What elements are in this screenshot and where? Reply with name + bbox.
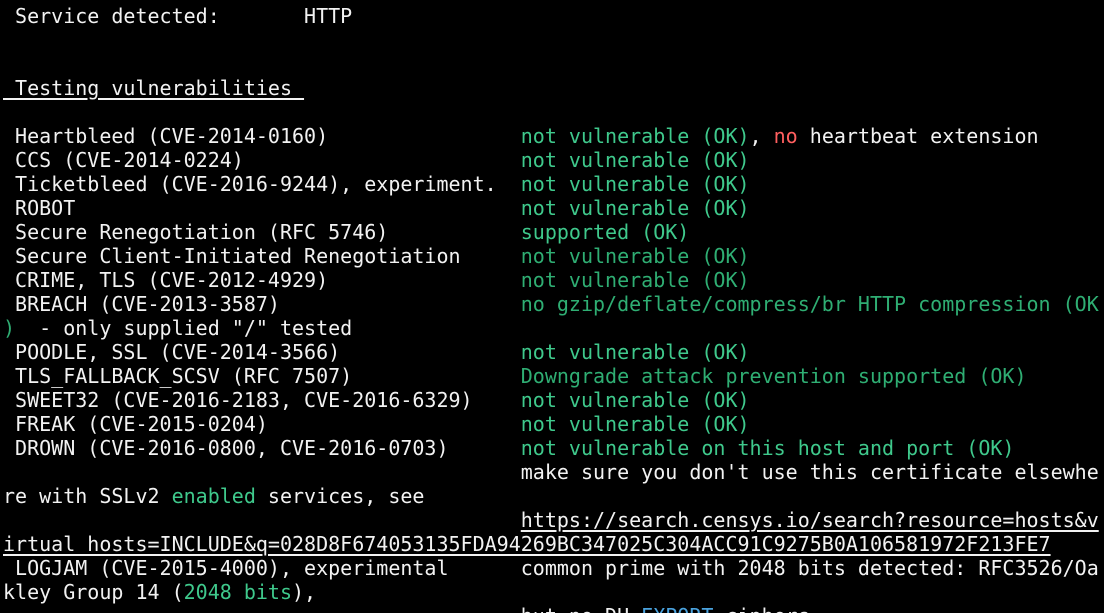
terminal-text-segment: ) xyxy=(3,316,16,340)
terminal-line: make sure you don't use this certificate… xyxy=(3,460,1099,484)
terminal-line: Secure Client-Initiated Renegotiation no… xyxy=(3,244,750,268)
terminal-line: ROBOT not vulnerable (OK) xyxy=(3,196,750,220)
terminal-text-segment: not vulnerable (OK) xyxy=(520,172,750,196)
terminal-text-segment: DROWN (CVE-2016-0800, CVE-2016-0703) xyxy=(3,436,521,460)
terminal-text-segment: services, see xyxy=(255,484,425,508)
terminal-text-segment: , xyxy=(749,124,774,148)
terminal-line: irtual_hosts=INCLUDE&q=028D8F674053135FD… xyxy=(3,532,1051,556)
terminal-text-segment: make sure you don't use this certificate… xyxy=(3,460,1099,484)
terminal-text-segment: not vulnerable (OK) xyxy=(520,340,750,364)
terminal-line: SWEET32 (CVE-2016-2183, CVE-2016-6329) n… xyxy=(3,388,750,412)
terminal-line: BREACH (CVE-2013-3587) no gzip/deflate/c… xyxy=(3,292,1099,316)
terminal-text-segment: not vulnerable (OK) xyxy=(520,412,750,436)
terminal-line: POODLE, SSL (CVE-2014-3566) not vulnerab… xyxy=(3,340,750,364)
terminal-line: Testing vulnerabilities xyxy=(3,76,304,100)
terminal-line: Service detected: HTTP xyxy=(3,4,352,28)
terminal-text-segment: heartbeat extension xyxy=(797,124,1039,148)
terminal-line: https://search.censys.io/search?resource… xyxy=(3,508,1099,532)
terminal-text-segment: LOGJAM (CVE-2015-4000), experimental xyxy=(3,556,521,580)
terminal-text-segment: re with SSLv2 xyxy=(3,484,172,508)
terminal-text-segment: Secure Client-Initiated Renegotiation xyxy=(3,244,521,268)
terminal-text-segment: SWEET32 (CVE-2016-2183, CVE-2016-6329) xyxy=(3,388,521,412)
terminal-text-segment: FREAK (CVE-2015-0204) xyxy=(3,412,521,436)
terminal-line: TLS_FALLBACK_SCSV (RFC 7507) Downgrade a… xyxy=(3,364,1027,388)
terminal-text-segment: supported (OK) xyxy=(520,220,690,244)
terminal-text-segment: Testing vulnerabilities xyxy=(3,76,305,100)
terminal-line: Ticketbleed (CVE-2016-9244), experiment.… xyxy=(3,172,750,196)
terminal-line: Secure Renegotiation (RFC 5746) supporte… xyxy=(3,220,689,244)
terminal-text-segment: not vulnerable (OK) xyxy=(520,268,750,292)
terminal-line: LOGJAM (CVE-2015-4000), experimental com… xyxy=(3,556,1099,580)
terminal-text-segment: CRIME, TLS (CVE-2012-4929) xyxy=(3,268,521,292)
terminal-text-segment: ciphers xyxy=(713,604,809,613)
terminal-text-segment: Service detected: HTTP xyxy=(3,4,353,28)
terminal-text-segment: 2048 bits xyxy=(183,580,292,604)
terminal-text-segment: enabled xyxy=(171,484,256,508)
terminal-line: re with SSLv2 enabled services, see xyxy=(3,484,424,508)
terminal-text-segment: but no DH xyxy=(3,604,641,613)
terminal-text-segment: common prime with 2048 bits detected: RF… xyxy=(520,556,1099,580)
terminal-line: but no DH EXPORT ciphers xyxy=(3,604,810,613)
terminal-text-segment: ROBOT xyxy=(3,196,521,220)
terminal-text-segment: not vulnerable (OK) xyxy=(520,388,750,412)
terminal-text-segment: not vulnerable (OK) xyxy=(520,148,750,172)
terminal-text-segment: EXPORT xyxy=(641,604,713,613)
terminal-text-segment: not vulnerable (OK) xyxy=(520,244,750,268)
terminal-line: kley Group 14 (2048 bits), xyxy=(3,580,316,604)
terminal-text-segment: not vulnerable (OK) xyxy=(520,124,750,148)
terminal-line: DROWN (CVE-2016-0800, CVE-2016-0703) not… xyxy=(3,436,1014,460)
terminal-line: Heartbleed (CVE-2014-0160) not vulnerabl… xyxy=(3,124,1039,148)
terminal-text-segment: not vulnerable on this host and port (OK… xyxy=(520,436,1015,460)
terminal-text-segment: POODLE, SSL (CVE-2014-3566) xyxy=(3,340,521,364)
terminal-line: CCS (CVE-2014-0224) not vulnerable (OK) xyxy=(3,148,750,172)
terminal-window[interactable]: Service detected: HTTP Testing vulnerabi… xyxy=(0,0,1104,613)
terminal-text-segment: - only supplied "/" tested xyxy=(15,316,353,340)
terminal-text-segment: not vulnerable (OK) xyxy=(520,196,750,220)
terminal-text-segment: Ticketbleed (CVE-2016-9244), experiment. xyxy=(3,172,521,196)
terminal-text-segment: kley Group 14 ( xyxy=(3,580,184,604)
terminal-text-segment: https://search.censys.io/search?resource… xyxy=(520,508,1099,532)
terminal-text-segment: BREACH (CVE-2013-3587) xyxy=(3,292,521,316)
terminal-line: ) - only supplied "/" tested xyxy=(3,316,352,340)
terminal-line: FREAK (CVE-2015-0204) not vulnerable (OK… xyxy=(3,412,750,436)
terminal-text-segment: Downgrade attack prevention supported (O… xyxy=(520,364,1027,388)
terminal-text-segment: no gzip/deflate/compress/br HTTP compres… xyxy=(520,292,1099,316)
terminal-text-segment: Heartbleed (CVE-2014-0160) xyxy=(3,124,521,148)
terminal-line: CRIME, TLS (CVE-2012-4929) not vulnerabl… xyxy=(3,268,750,292)
terminal-text-segment: irtual_hosts=INCLUDE&q=028D8F674053135FD… xyxy=(3,532,1051,556)
terminal-text-segment: TLS_FALLBACK_SCSV (RFC 7507) xyxy=(3,364,521,388)
terminal-text-segment: ), xyxy=(292,580,317,604)
terminal-text-segment: Secure Renegotiation (RFC 5746) xyxy=(3,220,521,244)
terminal-text-segment: CCS (CVE-2014-0224) xyxy=(3,148,521,172)
terminal-text-segment: no xyxy=(773,124,798,148)
